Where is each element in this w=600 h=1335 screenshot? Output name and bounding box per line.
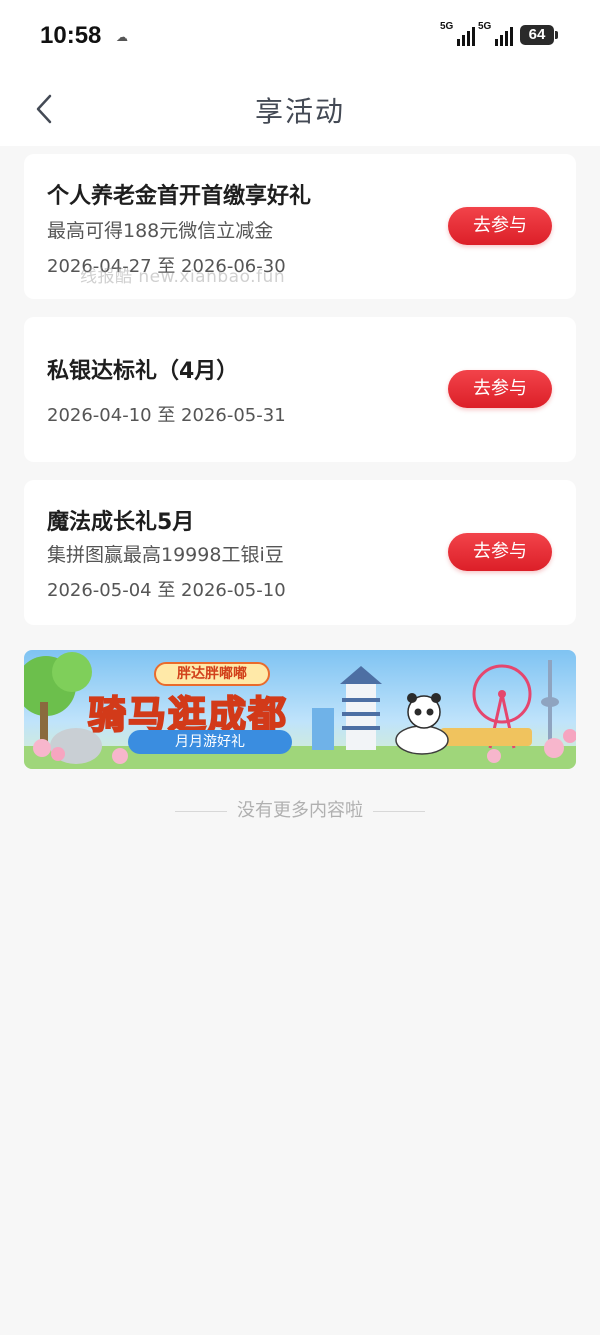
activity-subtitle: 最高可得188元微信立减金	[47, 220, 274, 242]
activity-date: 2026-05-04 至 2026-05-10	[47, 580, 286, 601]
activity-title: 个人养老金首开首缴享好礼	[47, 184, 312, 209]
clock: 10:58	[40, 22, 102, 49]
network-type-label: 5G	[478, 21, 492, 32]
divider	[373, 810, 425, 812]
no-more-content: 没有更多内容啦	[0, 796, 600, 822]
promo-banner[interactable]: 胖达胖嘟嘟 骑马逛成都 月月游好礼	[24, 650, 576, 769]
activity-title: 魔法成长礼5月	[47, 510, 195, 535]
signal-strength-icon: 5G	[478, 21, 514, 46]
network-type-label: 5G	[440, 21, 454, 32]
join-button[interactable]: 去参与	[448, 533, 552, 571]
battery-icon: 64	[520, 25, 558, 45]
watermark: 线报酷 new.xianbao.fun	[80, 267, 286, 287]
page-title: 享活动	[254, 95, 345, 128]
join-button[interactable]: 去参与	[448, 207, 552, 245]
status-bar: 10:58 ☁ 5G 5G 64	[0, 0, 600, 72]
cloud-icon: ☁	[116, 30, 128, 44]
signal-strength-icon: 5G	[440, 21, 476, 46]
nav-bar: 享活动	[0, 72, 600, 146]
divider	[175, 810, 227, 812]
no-more-text: 没有更多内容啦	[237, 800, 363, 821]
banner-tag: 胖达胖嘟嘟	[154, 662, 270, 686]
battery-level: 64	[528, 26, 546, 43]
activity-subtitle: 集拼图赢最高19998工银i豆	[47, 544, 284, 566]
activity-card[interactable]: 魔法成长礼5月 集拼图赢最高19998工银i豆 2026-05-04 至 202…	[24, 480, 576, 625]
banner-subtitle: 月月游好礼	[128, 730, 292, 754]
activity-date: 2026-04-10 至 2026-05-31	[47, 405, 286, 426]
join-button[interactable]: 去参与	[448, 370, 552, 408]
activity-title: 私银达标礼（4月）	[47, 359, 239, 384]
activity-card[interactable]: 私银达标礼（4月） 2026-04-10 至 2026-05-31 去参与	[24, 317, 576, 462]
